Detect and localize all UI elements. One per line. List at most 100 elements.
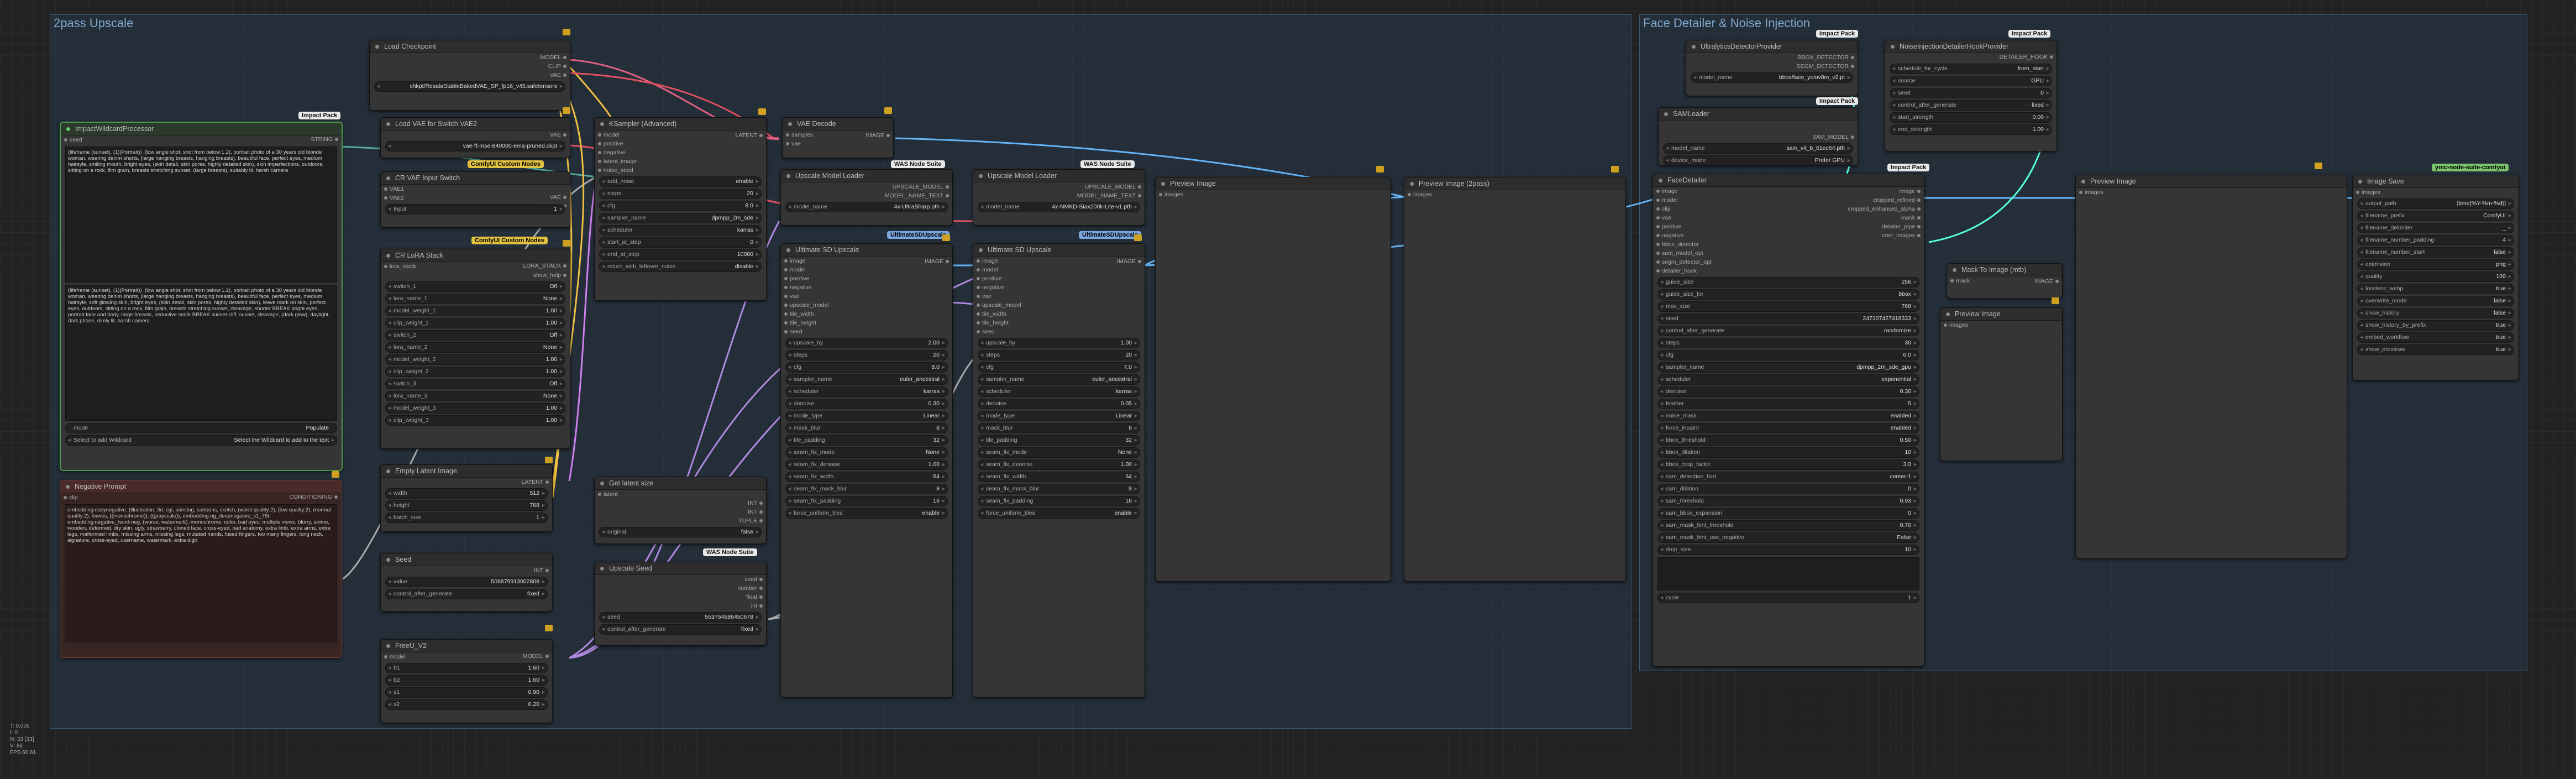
widget-row[interactable]: seam_fix_width 64	[785, 472, 948, 482]
node-vae-decode[interactable]: VAE Decode IMAGE samples vae	[782, 117, 894, 158]
input-images[interactable]: images	[1156, 190, 1391, 199]
widget-row[interactable]: device_mode Prefer GPU	[1663, 155, 1853, 165]
widget-row[interactable]: filename_prefix ComfyUI	[2357, 211, 2514, 221]
widget-row[interactable]: show_previews true	[2357, 344, 2514, 355]
output-port[interactable]: cnet_images	[1788, 231, 1924, 240]
node-ultimate-sd-upscale-2[interactable]: Ultimate SD Upscale IMAGE image model posi…	[973, 243, 1145, 698]
output-port[interactable]: cropped_refined	[1788, 196, 1924, 205]
node-title[interactable]: VAE Decode	[783, 118, 893, 130]
model-name-widget[interactable]: model_name4x-UltraSharp.pth	[785, 202, 948, 212]
widget-row[interactable]: tile_padding 32	[978, 435, 1140, 446]
output-number[interactable]: number	[595, 584, 766, 593]
node-title[interactable]: SAMLoader	[1659, 108, 1858, 121]
input-port[interactable]: detailer_hook	[1653, 266, 1788, 275]
widget-row[interactable]: lora_name_2 None	[385, 342, 565, 353]
output-seed[interactable]: seed	[595, 575, 766, 584]
input-images[interactable]: images	[1940, 321, 2062, 330]
widget-row[interactable]: upscale_by 1.00	[978, 338, 1140, 348]
widget-row[interactable]: control_after_generate randomize	[1657, 326, 1919, 336]
widget-row[interactable]: control_after_generate fixed	[599, 624, 762, 635]
node-title[interactable]: Upscale Seed	[595, 562, 766, 575]
widget-row[interactable]: lora_name_1 None	[385, 294, 565, 304]
input-latent[interactable]: latent	[595, 490, 766, 499]
output-port[interactable]: detailer_pipe	[1788, 222, 1924, 231]
widget-row[interactable]: show_history false	[2357, 308, 2514, 318]
widget-row[interactable]: force_inpaint enabled	[1657, 423, 1919, 433]
widget-row[interactable]: seam_fix_mode None	[978, 447, 1140, 458]
input-images[interactable]: images	[2353, 188, 2519, 197]
widget-row[interactable]: filename_delimiter _	[2357, 223, 2514, 233]
widget-row[interactable]: scheduler karras	[978, 386, 1140, 397]
input-port[interactable]: upscale_model	[973, 301, 1145, 310]
node-title[interactable]: Upscale Model Loader	[781, 170, 952, 182]
output-show-help[interactable]: show_help	[381, 271, 570, 280]
node-title[interactable]: Preview Image	[1940, 308, 2062, 321]
widget-row[interactable]: model_weight_3 1.00	[385, 403, 565, 414]
wildcard-select[interactable]: Select to add WildcardSelect the Wildcar…	[65, 435, 337, 446]
model-name-widget[interactable]: model_namebbox/face_yolov8m_v2.pt	[1691, 72, 1853, 83]
output-lora-stack[interactable]: LORA_STACK	[478, 262, 570, 270]
widget-row[interactable]: sampler_name dpmpp_2m_sde	[599, 213, 762, 223]
widget-row[interactable]: b2 1.60	[385, 675, 548, 686]
output-port[interactable]: cropped_enhanced_alpha	[1788, 205, 1924, 213]
widget-row[interactable]: switch_3 Off	[385, 379, 565, 389]
output-sam-model[interactable]: SAM_MODEL	[1659, 133, 1858, 142]
widget-row[interactable]: seam_fix_denoise 1.00	[785, 459, 948, 470]
widget-row[interactable]: seam_fix_denoise 1.00	[978, 459, 1140, 470]
widget-row[interactable]: height 768	[385, 500, 548, 511]
input-port[interactable]: negative	[1653, 231, 1788, 240]
widget-row[interactable]: scheduler karras	[599, 225, 762, 236]
widget-row[interactable]: sampler_name dpmpp_2m_sde_gpu	[1657, 362, 1919, 373]
node-upscale-seed[interactable]: Upscale Seed seed number float int seed 5…	[594, 562, 767, 646]
node-ultralytics-detector[interactable]: UltralyticsDetectorProvider BBOX_DETECTO…	[1686, 40, 1858, 96]
node-upscale-model-loader-1[interactable]: Upscale Model Loader UPSCALE_MODEL MODEL…	[780, 169, 953, 226]
widget-row[interactable]: s1 0.90	[385, 687, 548, 698]
widget-row[interactable]: seam_fix_padding 16	[978, 496, 1140, 506]
widget-row[interactable]: bbox_threshold 0.50	[1657, 435, 1919, 446]
widget-row[interactable]: denoise 0.30	[1657, 386, 1919, 397]
node-vae-switch[interactable]: CR VAE Input Switch VAE1 VAE2 VAE show_h…	[380, 171, 570, 228]
widget-row[interactable]: switch_2 Off	[385, 330, 565, 341]
widget-row[interactable]: end_strength 1.00	[1890, 124, 2052, 135]
widget-row[interactable]: sam_mask_hint_use_negative False	[1657, 532, 1919, 543]
original-widget[interactable]: originalfalse	[599, 527, 762, 537]
node-title[interactable]: Mask To Image (mtb)	[1947, 264, 2062, 276]
widget-row[interactable]: lossless_webp true	[2357, 284, 2514, 294]
node-title[interactable]: Load VAE for Switch VAE2	[381, 118, 570, 130]
input-images[interactable]: images	[1404, 190, 1625, 199]
widget-row[interactable]: output_path [time(%Y-%m-%d)]	[2357, 198, 2514, 209]
node-mask-to-image[interactable]: Mask To Image (mtb) mask IMAGE	[1947, 263, 2063, 299]
widget-row[interactable]: denoise 0.30	[785, 399, 948, 409]
widget-row[interactable]: tile_padding 32	[785, 435, 948, 446]
output-int[interactable]: INT	[595, 499, 766, 508]
widget-row[interactable]: seed 0	[1890, 88, 2052, 98]
widget-row[interactable]: schedule_for_cycle from_start	[1890, 64, 2052, 74]
node-title[interactable]: Negative Prompt	[60, 480, 341, 493]
output-model[interactable]: MODEL	[523, 652, 552, 661]
widget-row[interactable]: source GPU	[1890, 76, 2052, 86]
node-title[interactable]: Load Checkpoint	[370, 40, 570, 53]
node-preview-image-1[interactable]: Preview Image images	[1155, 177, 1391, 582]
input-port[interactable]: negative	[973, 283, 1145, 292]
widget-row[interactable]: end_at_step 10000	[599, 249, 762, 260]
output-float[interactable]: float	[595, 593, 766, 602]
widget-row[interactable]: clip_weight_3 1.00	[385, 415, 565, 426]
node-title[interactable]: Empty Latent Image	[381, 465, 552, 478]
input-vae2[interactable]: VAE2	[381, 194, 570, 202]
widget-row[interactable]: mask_blur 8	[785, 423, 948, 433]
widget-row[interactable]: sam_dilation 0	[1657, 484, 1919, 494]
widget-row[interactable]: embed_workflow true	[2357, 332, 2514, 343]
node-wildcard-processor[interactable]: ImpactWildcardProcessor seed STRING (lif…	[60, 122, 343, 471]
widget-row[interactable]: show_history_by_prefix true	[2357, 320, 2514, 331]
input-port[interactable]: model	[1653, 196, 1788, 205]
widget-row[interactable]: feather 5	[1657, 399, 1919, 409]
node-upscale-model-loader-2[interactable]: Upscale Model Loader UPSCALE_MODEL MODEL…	[973, 169, 1145, 226]
populated-text-input[interactable]: (lifeframe (sunset), (1)(Portrait)) ,(lo…	[65, 285, 337, 421]
widget-row[interactable]: return_with_leftover_noise disable	[599, 262, 762, 272]
input-noise-seed[interactable]: noise_seed	[595, 166, 766, 175]
wildcard-text-box[interactable]	[1657, 557, 1919, 590]
node-title[interactable]: Upscale Model Loader	[973, 170, 1145, 182]
output-int[interactable]: INT	[381, 566, 552, 575]
node-image-save[interactable]: Image Save images output_path [time(%Y-%m…	[2352, 175, 2519, 380]
widget-row[interactable]: start_at_step 0	[599, 237, 762, 248]
